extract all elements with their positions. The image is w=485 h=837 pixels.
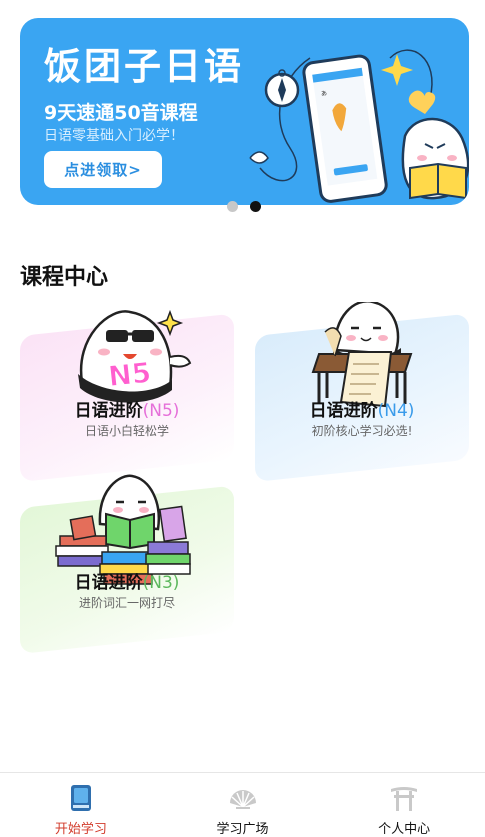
svg-text:あ: あ — [321, 90, 328, 98]
carousel-dot[interactable] — [227, 201, 238, 212]
course-card-n4[interactable]: 日语进阶(N4) 初阶核心学习必选! — [255, 302, 469, 482]
tab-learning-square[interactable]: 学习广场 — [162, 773, 324, 837]
svg-text:N5: N5 — [107, 356, 153, 393]
section-title: 课程中心 — [20, 265, 109, 290]
tab-label: 学习广场 — [216, 822, 269, 837]
banner-description: 日语零基础入门必学！ — [44, 128, 184, 144]
tab-label: 个人中心 — [378, 822, 431, 837]
course-card-n3[interactable]: 日语进阶(N3) 进阶词汇一网打尽 — [20, 474, 234, 654]
book-icon — [70, 785, 91, 811]
course-title: 日语进阶(N3) — [74, 573, 180, 593]
course-title: 日语进阶(N4) — [309, 401, 415, 421]
carousel-dot-active[interactable] — [250, 201, 261, 212]
banner-title: 饭团子日语 — [44, 45, 244, 88]
tab-profile[interactable]: 个人中心 — [323, 773, 485, 837]
course-subtitle: 进阶词汇一网打尽 — [78, 596, 175, 610]
tab-label: 开始学习 — [54, 822, 107, 837]
heart-icon — [408, 90, 436, 114]
bottom-tab-bar: 开始学习 学习广场 个人中心 — [0, 772, 485, 837]
banner-illustration: あ — [249, 49, 469, 203]
carousel-indicator — [227, 201, 261, 212]
banner-claim-button[interactable]: 点进领取> — [44, 151, 162, 188]
compass-icon — [264, 69, 300, 108]
torii-gate-icon — [391, 787, 418, 811]
course-card-n5[interactable]: N5 日语进阶(N5) 日语小白轻松学 — [20, 302, 234, 482]
promo-banner[interactable]: 饭团子日语 9天速通50音课程 日语零基础入门必学！ 点进领取> あ — [20, 18, 469, 205]
banner-subtitle: 9天速通50音课程 — [44, 102, 198, 124]
tab-start-learning[interactable]: 开始学习 — [0, 773, 162, 837]
fan-icon — [229, 790, 256, 809]
course-title: 日语进阶(N5) — [74, 401, 180, 421]
course-subtitle: 日语小白轻松学 — [84, 424, 169, 438]
star-icon — [381, 54, 413, 86]
course-subtitle: 初阶核心学习必选! — [311, 424, 413, 438]
